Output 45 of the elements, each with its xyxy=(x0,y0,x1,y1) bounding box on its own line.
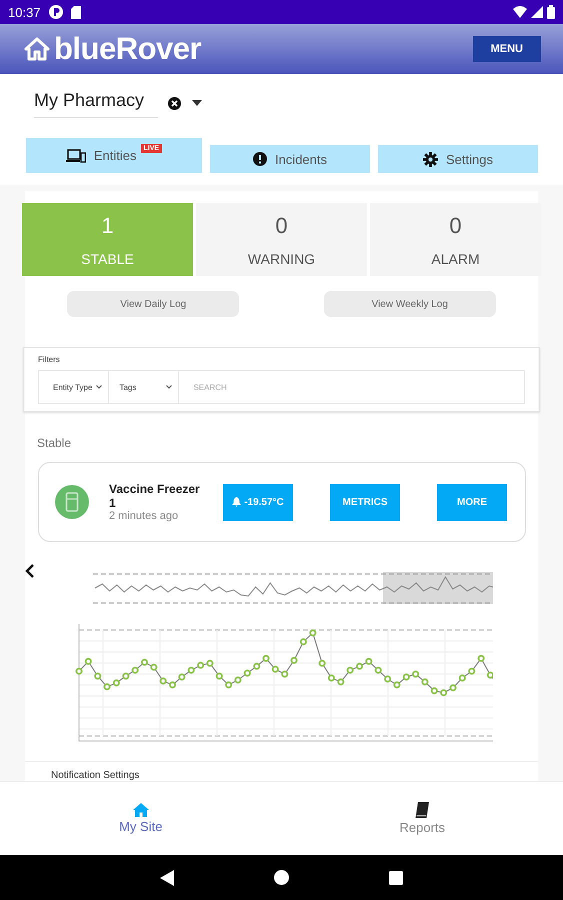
search-field[interactable]: SEARCH xyxy=(178,370,525,404)
book-icon xyxy=(414,802,430,818)
log-button[interactable]: View Weekly Log xyxy=(324,291,496,317)
chevron-icon xyxy=(96,385,102,389)
home-icon xyxy=(132,803,149,817)
status-tile[interactable]: 0 ALARM xyxy=(370,203,541,276)
alert-icon xyxy=(252,152,267,166)
chevron-icon xyxy=(166,385,172,389)
menu-button[interactable]: MENU xyxy=(472,36,541,62)
home-circle-icon[interactable] xyxy=(274,870,289,885)
site-select[interactable]: My Pharmacy xyxy=(34,88,158,118)
wifi-icon xyxy=(513,6,527,18)
status-label: ALARM xyxy=(431,250,480,266)
sd-card-icon xyxy=(70,6,81,18)
brand-logo: blueRover xyxy=(54,31,202,67)
dropdown-caret-icon[interactable] xyxy=(191,99,204,107)
entity-name: Vaccine Freezer 1 xyxy=(109,482,201,510)
tab[interactable]: Incidents xyxy=(210,145,370,173)
filters-label: Filters xyxy=(38,355,61,364)
signal-icon xyxy=(531,6,543,18)
status-count: 1 xyxy=(101,212,114,238)
tab[interactable]: Settings xyxy=(378,145,538,173)
clear-icon[interactable] xyxy=(168,96,182,110)
section-heading: Stable xyxy=(37,436,72,450)
log-button[interactable]: View Daily Log xyxy=(67,291,240,317)
back-chevron-icon[interactable] xyxy=(25,564,35,578)
freezer-icon xyxy=(55,485,89,519)
status-label: STABLE xyxy=(81,250,134,266)
app-icon xyxy=(48,5,63,19)
back-icon[interactable] xyxy=(160,870,174,886)
filter-dropdown[interactable]: Tags xyxy=(108,370,178,404)
filter-dropdown[interactable]: Entity Type xyxy=(38,370,108,404)
battery-icon xyxy=(547,5,555,19)
devices-icon xyxy=(66,148,86,162)
clock: 10:37 xyxy=(8,4,41,20)
recents-icon[interactable] xyxy=(389,870,403,884)
settings-icon xyxy=(423,152,438,166)
section-heading: Notification Settings xyxy=(51,770,140,781)
status-count: 0 xyxy=(449,212,462,238)
home-icon xyxy=(24,37,50,61)
status-count: 0 xyxy=(275,212,288,238)
status-label: WARNING xyxy=(248,250,316,266)
status-tile[interactable]: 0 WARNING xyxy=(196,203,367,276)
bell-icon xyxy=(232,497,242,507)
entity-updated: 2 minutes ago xyxy=(109,510,180,522)
